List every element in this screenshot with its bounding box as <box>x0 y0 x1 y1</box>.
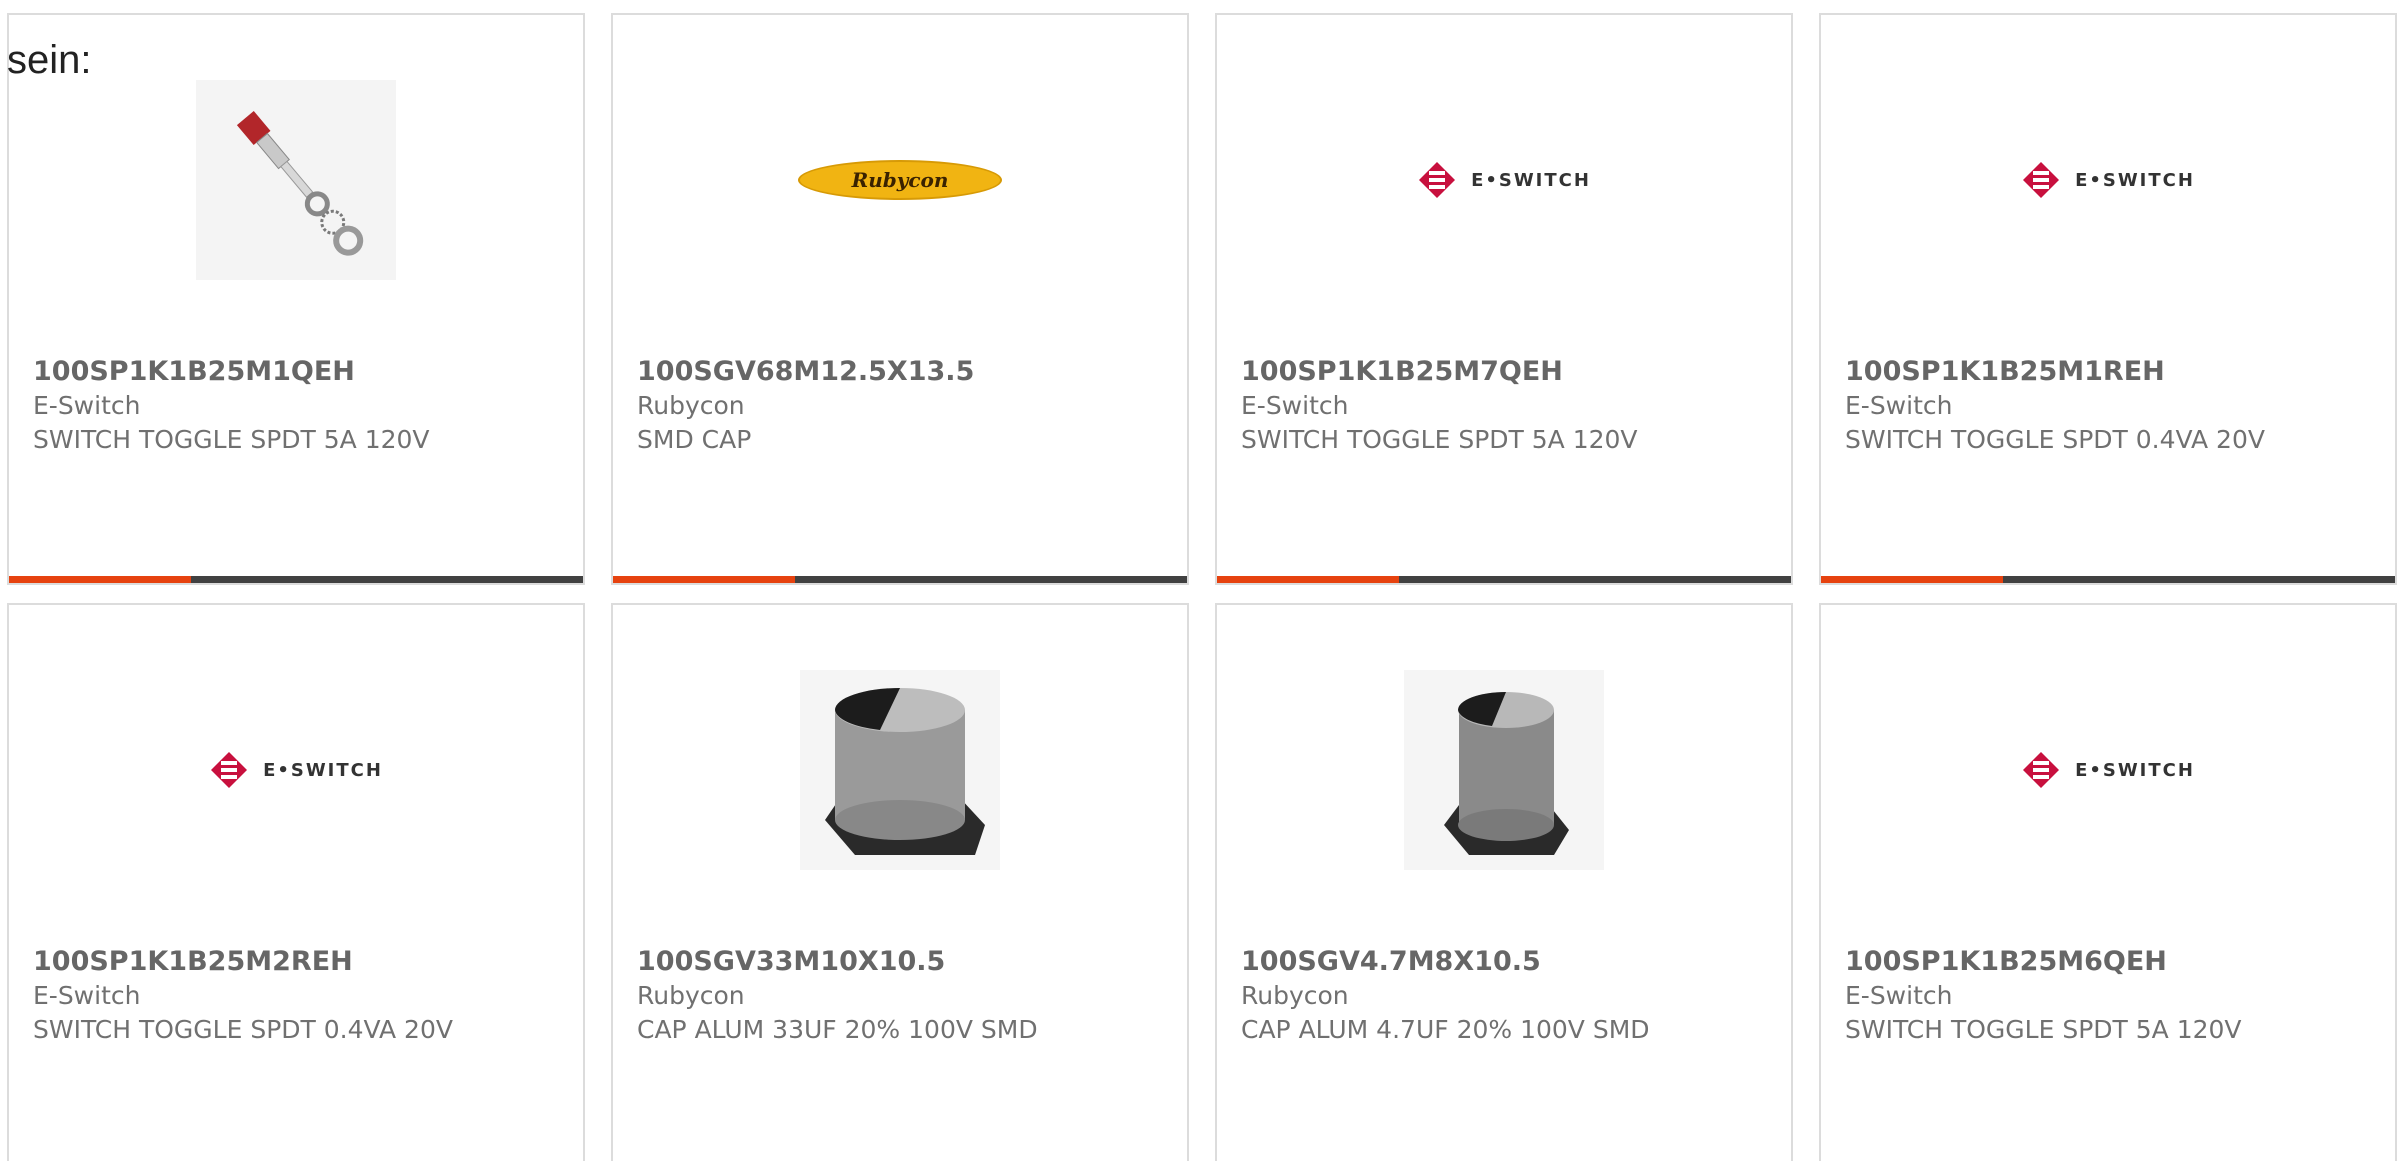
product-card[interactable]: E•SWITCH 100SP1K1B25M7QEH E-Switch SWITC… <box>1215 13 1793 585</box>
card-bar <box>1821 576 2395 583</box>
eswitch-logo-text: E•SWITCH <box>2075 169 2195 191</box>
product-image[interactable]: E•SWITCH <box>1217 65 1791 295</box>
part-number[interactable]: 100SP1K1B25M2REH <box>33 945 453 979</box>
product-image[interactable] <box>1217 655 1791 885</box>
description: SWITCH TOGGLE SPDT 5A 120V <box>33 425 430 454</box>
card-bar-accent <box>1217 576 1399 583</box>
eswitch-logo: E•SWITCH <box>2021 750 2195 790</box>
description: SWITCH TOGGLE SPDT 5A 120V <box>1241 425 1638 454</box>
part-number[interactable]: 100SGV68M12.5X13.5 <box>637 355 1057 389</box>
product-info: 100SGV68M12.5X13.5 Rubycon SMD CAP <box>637 355 1057 457</box>
smd-capacitor-photo-icon <box>1404 670 1604 870</box>
product-info: 100SP1K1B25M6QEH E-Switch SWITCH TOGGLE … <box>1845 945 2265 1047</box>
manufacturer: E-Switch <box>1845 981 1953 1010</box>
product-image[interactable] <box>9 65 583 295</box>
eswitch-logo-text: E•SWITCH <box>263 759 383 781</box>
manufacturer: E-Switch <box>1845 391 1953 420</box>
product-image[interactable]: Rubycon <box>613 65 1187 295</box>
manufacturer: Rubycon <box>637 981 745 1010</box>
card-bar-accent <box>613 576 795 583</box>
manufacturer: E-Switch <box>33 981 141 1010</box>
manufacturer: E-Switch <box>33 391 141 420</box>
product-card[interactable]: Rubycon 100SGV68M12.5X13.5 Rubycon SMD C… <box>611 13 1189 585</box>
description: SWITCH TOGGLE SPDT 0.4VA 20V <box>33 1015 453 1044</box>
manufacturer: Rubycon <box>637 391 745 420</box>
eswitch-mark-icon <box>2023 162 2060 198</box>
product-card[interactable]: E•SWITCH 100SP1K1B25M6QEH E-Switch SWITC… <box>1819 603 2397 1161</box>
manufacturer: E-Switch <box>1241 391 1349 420</box>
description: SWITCH TOGGLE SPDT 5A 120V <box>1845 1015 2242 1044</box>
part-number[interactable]: 100SP1K1B25M6QEH <box>1845 945 2265 979</box>
eswitch-mark-icon <box>2023 752 2060 788</box>
product-grid-page: sein: 100SP1K1B25M1QEH E-Switch SWITCH T… <box>0 0 2400 1161</box>
eswitch-logo-text: E•SWITCH <box>2075 759 2195 781</box>
intro-text: sein: <box>7 38 92 82</box>
product-image[interactable]: E•SWITCH <box>1821 655 2395 885</box>
product-card[interactable]: 100SP1K1B25M1QEH E-Switch SWITCH TOGGLE … <box>7 13 585 585</box>
smd-capacitor-photo-icon <box>800 670 1000 870</box>
manufacturer: Rubycon <box>1241 981 1349 1010</box>
part-number[interactable]: 100SGV4.7M8X10.5 <box>1241 945 1661 979</box>
description: SMD CAP <box>637 425 752 454</box>
product-info: 100SP1K1B25M7QEH E-Switch SWITCH TOGGLE … <box>1241 355 1661 457</box>
product-card[interactable]: 100SGV4.7M8X10.5 Rubycon CAP ALUM 4.7UF … <box>1215 603 1793 1161</box>
description: CAP ALUM 4.7UF 20% 100V SMD <box>1241 1015 1650 1044</box>
eswitch-logo: E•SWITCH <box>209 750 383 790</box>
eswitch-mark-icon <box>211 752 248 788</box>
card-bar <box>9 576 583 583</box>
toggle-switch-photo-icon <box>196 80 396 280</box>
part-number[interactable]: 100SP1K1B25M1QEH <box>33 355 453 389</box>
product-image[interactable]: E•SWITCH <box>1821 65 2395 295</box>
eswitch-logo: E•SWITCH <box>2021 160 2195 200</box>
description: CAP ALUM 33UF 20% 100V SMD <box>637 1015 1038 1044</box>
part-number[interactable]: 100SGV33M10X10.5 <box>637 945 1057 979</box>
part-number[interactable]: 100SP1K1B25M7QEH <box>1241 355 1661 389</box>
product-image[interactable] <box>613 655 1187 885</box>
card-bar <box>1217 576 1791 583</box>
product-info: 100SP1K1B25M1REH E-Switch SWITCH TOGGLE … <box>1845 355 2265 457</box>
eswitch-mark-icon <box>1419 162 1456 198</box>
part-number[interactable]: 100SP1K1B25M1REH <box>1845 355 2265 389</box>
product-info: 100SP1K1B25M2REH E-Switch SWITCH TOGGLE … <box>33 945 453 1047</box>
product-card[interactable]: 100SGV33M10X10.5 Rubycon CAP ALUM 33UF 2… <box>611 603 1189 1161</box>
product-info: 100SP1K1B25M1QEH E-Switch SWITCH TOGGLE … <box>33 355 453 457</box>
eswitch-logo: E•SWITCH <box>1417 160 1591 200</box>
description: SWITCH TOGGLE SPDT 0.4VA 20V <box>1845 425 2265 454</box>
product-image[interactable]: E•SWITCH <box>9 655 583 885</box>
product-card[interactable]: E•SWITCH 100SP1K1B25M1REH E-Switch SWITC… <box>1819 13 2397 585</box>
card-bar <box>613 576 1187 583</box>
rubycon-logo-icon: Rubycon <box>798 160 1002 200</box>
card-bar-accent <box>1821 576 2003 583</box>
product-info: 100SGV4.7M8X10.5 Rubycon CAP ALUM 4.7UF … <box>1241 945 1661 1047</box>
eswitch-logo-text: E•SWITCH <box>1471 169 1591 191</box>
product-info: 100SGV33M10X10.5 Rubycon CAP ALUM 33UF 2… <box>637 945 1057 1047</box>
product-card[interactable]: E•SWITCH 100SP1K1B25M2REH E-Switch SWITC… <box>7 603 585 1161</box>
card-bar-accent <box>9 576 191 583</box>
